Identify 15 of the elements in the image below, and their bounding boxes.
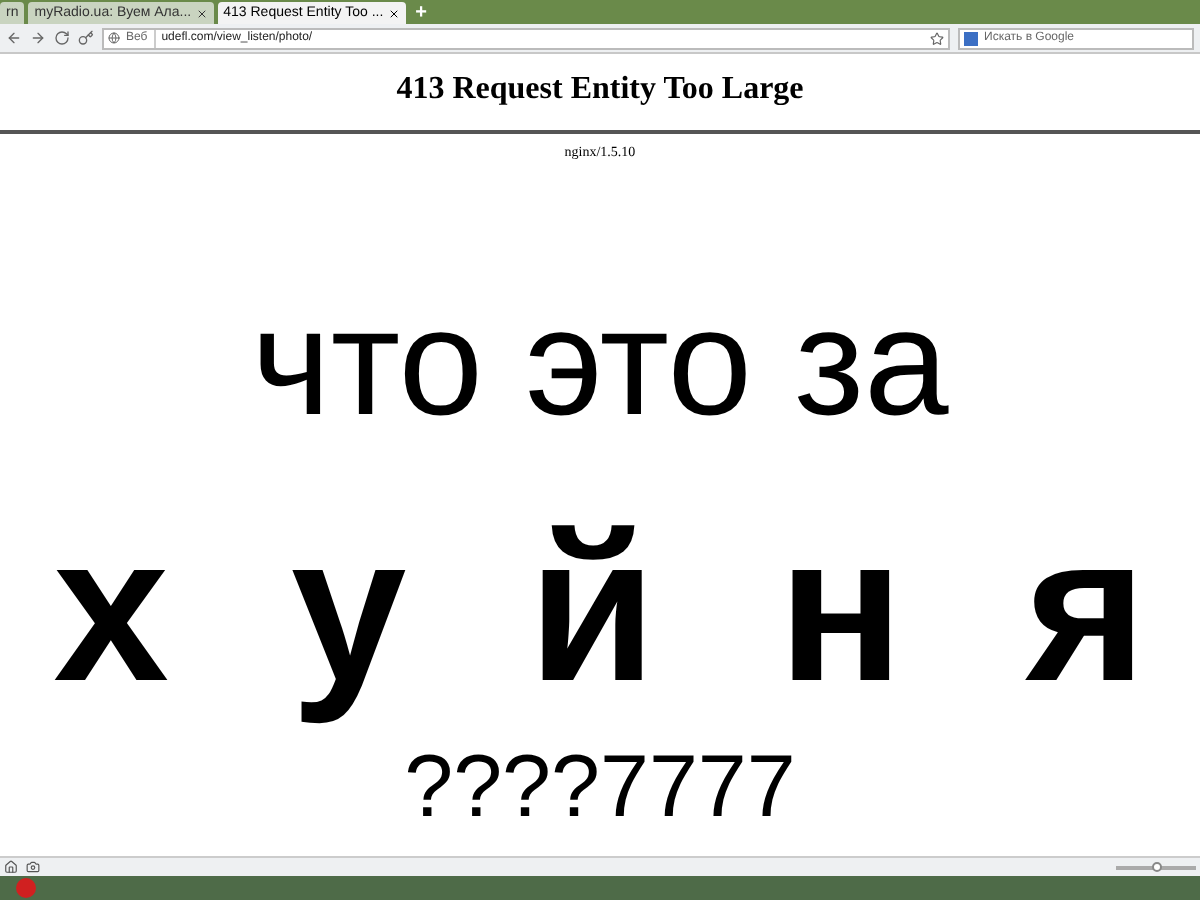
camera-icon[interactable]: [26, 860, 40, 874]
close-icon[interactable]: [195, 7, 208, 19]
reload-icon[interactable]: [54, 30, 70, 46]
large-text: что это за: [251, 279, 949, 447]
forward-icon[interactable]: [30, 30, 46, 46]
large-text: ????7777: [404, 739, 796, 835]
home-icon[interactable]: [4, 860, 18, 874]
back-icon[interactable]: [6, 30, 22, 46]
key-icon[interactable]: [78, 30, 94, 46]
large-text: х у й н я: [53, 499, 1147, 719]
page-title: 413 Request Entity Too Large: [396, 70, 804, 110]
star-icon[interactable]: [930, 31, 944, 45]
new-tab-button[interactable]: +: [409, 2, 434, 24]
close-icon[interactable]: [387, 7, 400, 19]
globe-icon: [108, 32, 120, 44]
